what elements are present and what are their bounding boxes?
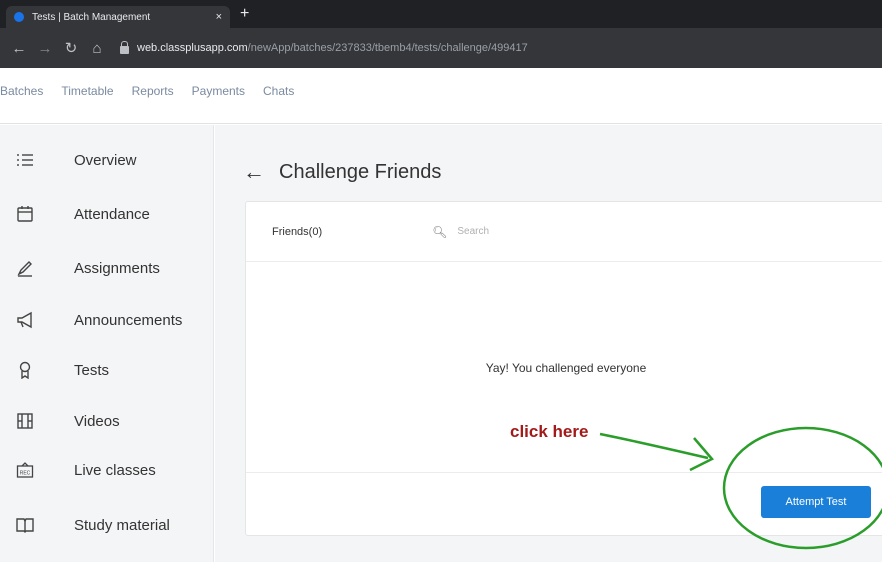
address-bar[interactable]: web.classplusapp.com/newApp/batches/2378… <box>120 35 872 61</box>
sidebar-item-assignments[interactable]: Assignments <box>0 253 214 283</box>
page-title-text: Challenge Friends <box>279 160 442 183</box>
sidebar-item-announcements[interactable]: Announcements <box>0 305 214 335</box>
back-arrow-icon[interactable]: ← <box>243 159 265 185</box>
friends-count-label: Friends(0) <box>272 225 323 238</box>
rec-icon: REC <box>0 461 74 479</box>
svg-text:REC: REC <box>20 471 31 477</box>
back-arrow-icon[interactable]: ← <box>8 40 30 57</box>
book-icon <box>0 516 74 534</box>
calendar-icon <box>0 205 74 223</box>
card-divider <box>246 472 882 473</box>
home-icon[interactable]: ⌂ <box>86 40 108 57</box>
browser-tab[interactable]: Tests | Batch Management × <box>6 6 230 28</box>
tab-title: Tests | Batch Management <box>32 11 151 23</box>
browser-tab-bar: Tests | Batch Management × + <box>0 0 882 28</box>
sidebar: Overview Attendance Assignments Announce… <box>0 125 214 562</box>
sidebar-item-videos[interactable]: Videos <box>0 406 214 436</box>
pencil-icon <box>0 259 74 277</box>
annotation-click-here: click here <box>510 422 589 441</box>
empty-state-message: Yay! You challenged everyone <box>485 361 647 375</box>
megaphone-icon <box>0 311 74 329</box>
sidebar-item-label: Study material <box>74 516 170 534</box>
sidebar-item-label: Videos <box>74 412 120 430</box>
nav-chats[interactable]: Chats <box>263 84 294 98</box>
nav-reports[interactable]: Reports <box>132 84 174 98</box>
close-tab-icon[interactable]: × <box>216 11 222 23</box>
new-tab-button[interactable]: + <box>240 5 249 23</box>
sidebar-item-label: Tests <box>74 361 110 379</box>
browser-toolbar: ← → ↻ ⌂ web.classplusapp.com/newApp/batc… <box>0 28 882 68</box>
search-input[interactable]: 🔍︎ Search <box>432 225 489 239</box>
nav-payments[interactable]: Payments <box>192 84 245 98</box>
friends-card: Friends(0) 🔍︎ Search Yay! You challenged… <box>245 201 882 536</box>
nav-batches[interactable]: Batches <box>0 84 43 98</box>
film-icon <box>0 412 74 430</box>
sidebar-item-overview[interactable]: Overview <box>0 145 214 175</box>
lock-icon <box>120 41 129 54</box>
page-title: ← Challenge Friends <box>243 159 441 185</box>
badge-icon <box>0 361 74 379</box>
nav-timetable[interactable]: Timetable <box>61 84 113 98</box>
sidebar-item-label: Overview <box>74 151 137 169</box>
forward-arrow-icon[interactable]: → <box>34 40 56 57</box>
reload-icon[interactable]: ↻ <box>60 39 82 57</box>
attempt-test-button[interactable]: Attempt Test <box>761 486 871 518</box>
sidebar-item-label: Announcements <box>74 311 183 329</box>
main-content: ← Challenge Friends Friends(0) 🔍︎ Search… <box>215 125 882 562</box>
app-top-nav: Batches Timetable Reports Payments Chats <box>0 68 882 124</box>
search-placeholder: Search <box>457 226 490 237</box>
search-icon: 🔍︎ <box>432 224 448 239</box>
card-header: Friends(0) 🔍︎ Search <box>246 202 882 262</box>
sidebar-item-label: Live classes <box>74 461 156 479</box>
sidebar-item-live-classes[interactable]: REC Live classes <box>0 455 214 485</box>
sidebar-item-label: Assignments <box>74 259 160 277</box>
url-host: web.classplusapp.com <box>137 42 248 54</box>
list-icon <box>0 151 74 169</box>
favicon-icon <box>14 12 24 22</box>
sidebar-item-tests[interactable]: Tests <box>0 355 214 385</box>
sidebar-item-label: Attendance <box>74 205 150 223</box>
sidebar-item-attendance[interactable]: Attendance <box>0 199 214 229</box>
sidebar-item-study-material[interactable]: Study material <box>0 510 214 540</box>
url-path: /newApp/batches/237833/tbemb4/tests/chal… <box>247 42 528 54</box>
